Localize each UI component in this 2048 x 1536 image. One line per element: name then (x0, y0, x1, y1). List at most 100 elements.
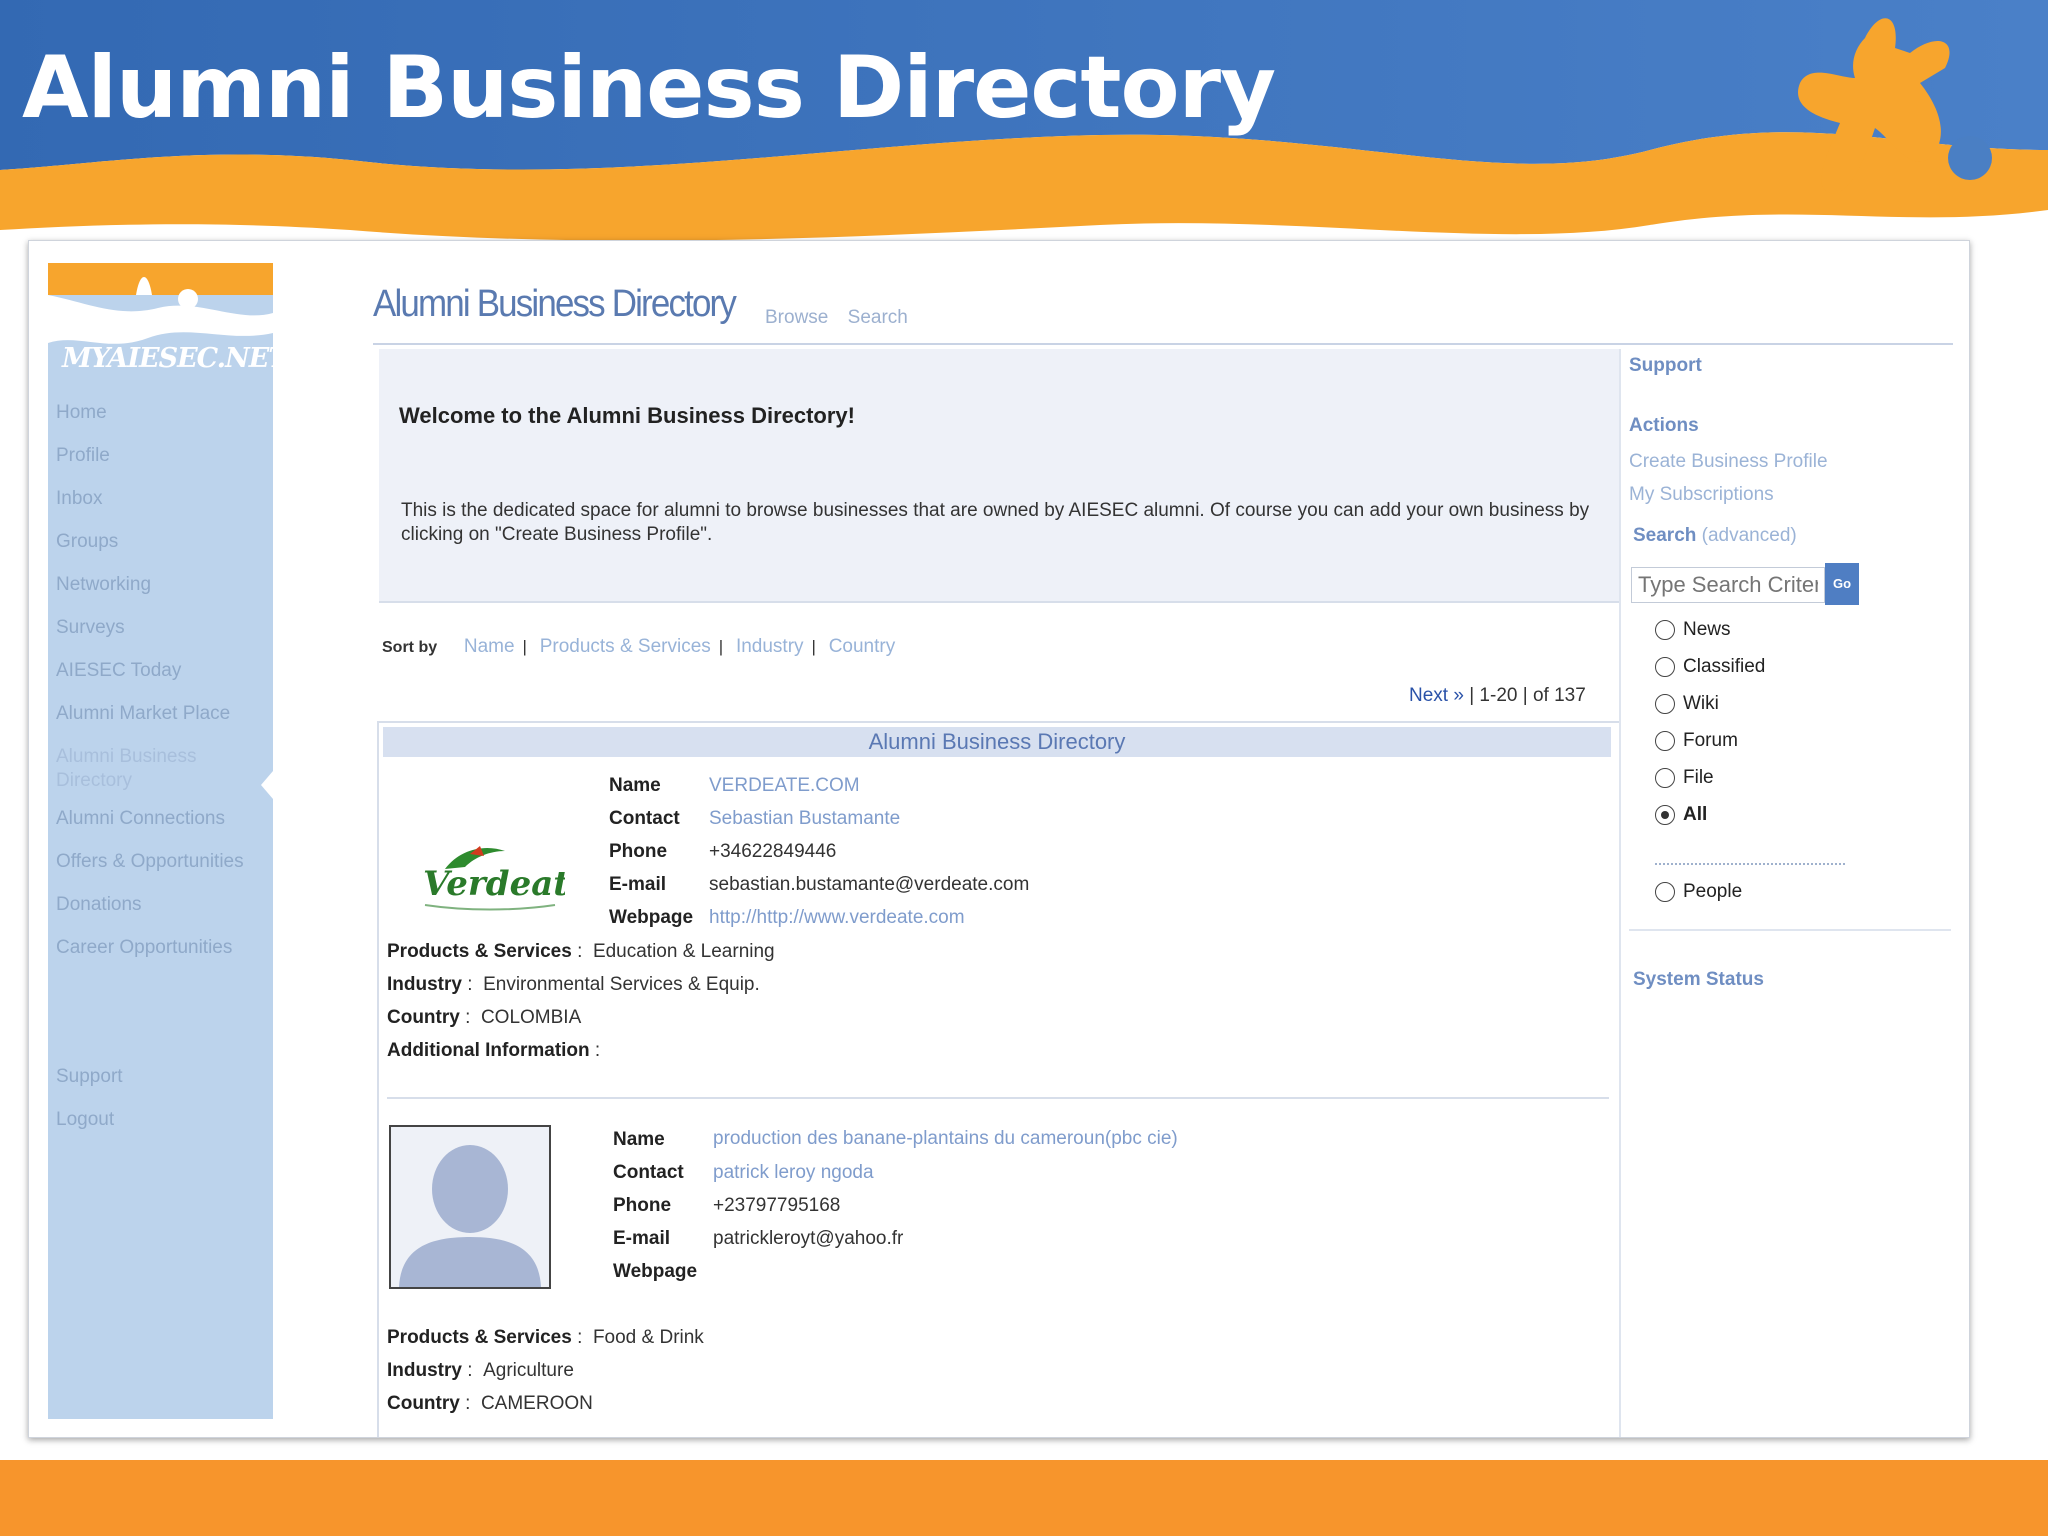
sidebar-menu: Home Profile Inbox Groups Networking Sur… (56, 401, 271, 979)
search-heading: Search (advanced) (1633, 525, 1797, 547)
advanced-search-link[interactable]: (advanced) (1702, 525, 1797, 546)
radio-all[interactable]: All (1655, 804, 1707, 826)
sidebar-item-career-opportunities[interactable]: Career Opportunities (56, 936, 271, 960)
my-subscriptions-link[interactable]: My Subscriptions (1629, 484, 1774, 506)
field-label: Webpage (613, 1261, 698, 1282)
field-label: E-mail (609, 874, 667, 895)
sort-label: Sort by (382, 639, 438, 656)
phone-value: +34622849446 (709, 841, 837, 862)
radio-circle-selected[interactable] (1655, 805, 1675, 825)
field-label: Name (609, 775, 661, 796)
email-value: patrickleroyt@yahoo.fr (713, 1228, 904, 1249)
sidebar-item-donations[interactable]: Donations (56, 893, 271, 917)
tab-browse[interactable]: Browse (765, 307, 828, 328)
result-total: of 137 (1532, 685, 1586, 706)
phone-value: +23797795168 (713, 1195, 841, 1216)
search-input[interactable] (1631, 567, 1825, 603)
sort-by-country-link[interactable]: Country (829, 636, 896, 657)
industry-value: Environmental Services & Equip. (483, 974, 760, 995)
radio-forum[interactable]: Forum (1655, 730, 1738, 752)
field-label: Name (613, 1129, 665, 1150)
sidebar-item-alumni-connections[interactable]: Alumni Connections (56, 807, 271, 831)
radio-label: Wiki (1683, 693, 1719, 714)
right-column-divider (1619, 349, 1621, 1437)
sidebar-item-alumni-business-directory[interactable]: Alumni Business Directory (56, 745, 216, 793)
sidebar-item-offers-opportunities[interactable]: Offers & Opportunities (56, 850, 271, 874)
radio-label: People (1683, 881, 1743, 902)
page-heading: Alumni Business Directory (373, 283, 737, 325)
country-value: COLOMBIA (480, 1007, 582, 1028)
business-meta: Products & Services : Food & Drink Indus… (387, 1327, 704, 1414)
separator: | (522, 637, 527, 656)
system-status-heading[interactable]: System Status (1633, 969, 1764, 991)
radio-circle[interactable] (1655, 882, 1675, 902)
industry-value: Agriculture (483, 1360, 574, 1381)
products-label: Products & Services (387, 1327, 572, 1348)
separator: | (1469, 685, 1480, 706)
field-label: E-mail (613, 1228, 671, 1249)
sidebar-item-alumni-market-place[interactable]: Alumni Market Place (56, 702, 271, 726)
field-label: Phone (609, 841, 668, 862)
country-value: CAMEROON (480, 1393, 593, 1414)
mascot-logo-icon (1798, 18, 1992, 194)
field-label: Webpage (609, 907, 694, 928)
slide-title: Alumni Business Directory (22, 38, 1276, 138)
welcome-panel: Welcome to the Alumni Business Directory… (379, 349, 1619, 603)
dotted-divider (1655, 863, 1845, 865)
next-page-link[interactable]: Next » (1409, 685, 1464, 706)
pagination: Next » | 1-20 | of 137 (1409, 685, 1586, 707)
sidebar-item-groups[interactable]: Groups (56, 530, 271, 554)
create-business-profile-link[interactable]: Create Business Profile (1629, 451, 1828, 473)
sort-by-industry-link[interactable]: Industry (736, 636, 804, 657)
avatar-placeholder-icon (389, 1125, 551, 1289)
contact-name-link[interactable]: Sebastian Bustamante (709, 802, 900, 835)
radio-file[interactable]: File (1655, 767, 1714, 789)
sidebar-item-surveys[interactable]: Surveys (56, 616, 271, 640)
radio-label: File (1683, 767, 1714, 788)
welcome-title: Welcome to the Alumni Business Directory… (399, 403, 855, 428)
radio-news[interactable]: News (1655, 619, 1731, 641)
products-label: Products & Services (387, 941, 572, 962)
additional-info-label: Additional Information (387, 1040, 590, 1061)
search-title: Search (1633, 525, 1697, 546)
radio-circle[interactable] (1655, 731, 1675, 751)
products-value: Education & Learning (592, 941, 775, 962)
sidebar-item-profile[interactable]: Profile (56, 444, 271, 468)
business-name-link[interactable]: VERDEATE.COM (709, 769, 860, 802)
footer-bar (0, 1460, 2048, 1536)
radio-wiki[interactable]: Wiki (1655, 693, 1719, 715)
sort-by-name-link[interactable]: Name (464, 636, 515, 657)
tab-search[interactable]: Search (848, 307, 908, 328)
radio-people[interactable]: People (1655, 881, 1742, 903)
sidebar-item-inbox[interactable]: Inbox (56, 487, 271, 511)
sidebar-item-home[interactable]: Home (56, 401, 271, 425)
radio-classified[interactable]: Classified (1655, 656, 1765, 678)
radio-label: Forum (1683, 730, 1738, 751)
sidebar-bottom-menu: Support Logout (56, 1065, 123, 1151)
verdeate-logo: Verdeate (423, 846, 565, 911)
field-label: Contact (613, 1162, 684, 1183)
page-range: 1-20 (1479, 685, 1518, 706)
business-details: Name production des banane-plantains du c… (613, 1123, 1253, 1288)
products-value: Food & Drink (592, 1327, 704, 1348)
business-name-link[interactable]: production des banane-plantains du camer… (713, 1123, 1253, 1156)
business-details: Name VERDEATE.COM Contact Sebastian Bustam… (609, 769, 1029, 934)
support-heading[interactable]: Support (1629, 355, 1702, 377)
radio-circle[interactable] (1655, 620, 1675, 640)
radio-circle[interactable] (1655, 657, 1675, 677)
contact-name-link[interactable]: patrick leroy ngoda (713, 1156, 874, 1189)
country-label: Country (387, 1393, 460, 1414)
webpage-link[interactable]: http://http://www.verdeate.com (709, 901, 965, 934)
header-divider (373, 343, 1953, 345)
separator: | (718, 637, 724, 656)
sidebar-item-aiesec-today[interactable]: AIESEC Today (56, 659, 271, 683)
go-button[interactable]: Go (1825, 563, 1859, 605)
radio-circle[interactable] (1655, 768, 1675, 788)
sidebar-item-logout[interactable]: Logout (56, 1108, 123, 1132)
industry-label: Industry (387, 1360, 462, 1381)
sidebar-item-networking[interactable]: Networking (56, 573, 271, 597)
sidebar-item-support[interactable]: Support (56, 1065, 123, 1089)
radio-circle[interactable] (1655, 694, 1675, 714)
sort-by-products-link[interactable]: Products & Services (540, 636, 711, 657)
separator: | (811, 637, 816, 656)
